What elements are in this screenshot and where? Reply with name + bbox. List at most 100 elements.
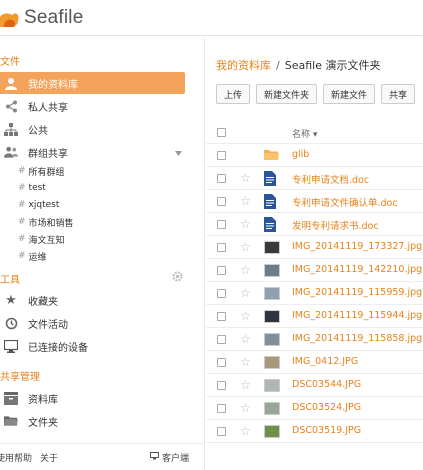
sidebar-item-group-share[interactable]: 群组共享 [0, 141, 185, 163]
seafile-logo-icon [0, 7, 20, 29]
star-outline-icon[interactable]: ☆ [240, 240, 251, 254]
chevron-down-icon[interactable] [175, 148, 182, 159]
hash-icon: # [18, 166, 26, 176]
table-row[interactable]: ☆ DSC03544.JPG [206, 374, 423, 397]
table-row[interactable]: ☆ IMG_20141119_115858.jpg [206, 328, 423, 351]
image-thumbnail-icon [264, 241, 280, 254]
sidebar-item-favorites[interactable]: ★ 收藏夹 [0, 289, 185, 311]
logo[interactable]: Seafile [0, 6, 84, 30]
sidebar-item-file-activity[interactable]: 文件活动 [0, 312, 185, 334]
group-item[interactable]: # 海文互知 [18, 231, 65, 247]
file-name-link[interactable]: 发明专利请求书.doc [292, 218, 379, 232]
table-row[interactable]: ☆ DSC03524.JPG [206, 397, 423, 420]
sidebar-footer: 使用帮助 关于 客户端 [0, 443, 205, 470]
about-link[interactable]: 关于 [40, 451, 58, 464]
file-name-link[interactable]: IMG_20141119_173327.jpg [292, 241, 422, 252]
star-outline-icon[interactable]: ☆ [240, 171, 251, 185]
user-icon [4, 76, 18, 90]
row-checkbox[interactable] [217, 358, 226, 367]
row-checkbox[interactable] [217, 151, 226, 160]
row-checkbox[interactable] [217, 335, 226, 344]
file-name-link[interactable]: DSC03544.JPG [292, 379, 361, 390]
row-checkbox[interactable] [217, 243, 226, 252]
breadcrumb: 我的资料库 / Seafile 演示文件夹 [216, 57, 380, 73]
table-row[interactable]: ☆ IMG_20141119_115944.jpg [206, 305, 423, 328]
star-outline-icon[interactable]: ☆ [240, 332, 251, 346]
star-outline-icon[interactable]: ☆ [240, 401, 251, 415]
sidebar-item-public[interactable]: 公共 [0, 118, 185, 140]
breadcrumb-root-link[interactable]: 我的资料库 [216, 59, 271, 72]
file-name-link[interactable]: IMG_20141119_115858.jpg [292, 333, 422, 344]
file-name-link[interactable]: IMG_20141119_115959.jpg [292, 287, 422, 298]
table-row[interactable]: glib [206, 144, 423, 167]
sidebar-item-devices[interactable]: 已连接的设备 [0, 335, 185, 357]
main-panel: 我的资料库 / Seafile 演示文件夹 上传 新建文件夹 新建文件 共享 名称 … [206, 37, 423, 470]
table-row[interactable]: ☆ 专利申请文档.doc [206, 167, 423, 190]
star-icon: ★ [5, 292, 17, 308]
table-row[interactable]: ☆ IMG_0412.JPG [206, 351, 423, 374]
image-thumbnail-icon [264, 310, 280, 323]
breadcrumb-current: Seafile 演示文件夹 [284, 59, 381, 72]
table-row[interactable]: ☆ IMG_20141119_173327.jpg [206, 236, 423, 259]
file-name-link[interactable]: 专利申请文档.doc [292, 172, 369, 186]
section-title-tools: 工具 [0, 275, 20, 286]
star-outline-icon[interactable]: ☆ [240, 378, 251, 392]
group-item[interactable]: # 运维 [18, 248, 47, 264]
image-thumbnail-icon [264, 264, 280, 277]
star-outline-icon[interactable]: ☆ [240, 194, 251, 208]
name-column-header[interactable]: 名称 ▾ [292, 127, 317, 140]
row-checkbox[interactable] [217, 427, 226, 436]
file-name-link[interactable]: DSC03524.JPG [292, 402, 361, 413]
file-name-link[interactable]: 专利申请文件确认单.doc [292, 195, 398, 209]
client-link[interactable]: 客户端 [150, 451, 189, 464]
upload-button[interactable]: 上传 [216, 84, 251, 104]
table-row[interactable]: ☆ IMG_20141119_142210.jpg [206, 259, 423, 282]
sidebar-item-share-folders[interactable]: 文件夹 [0, 410, 185, 432]
file-name-link[interactable]: DSC03519.JPG [292, 425, 361, 436]
file-name-link[interactable]: IMG_20141119_115944.jpg [292, 310, 422, 321]
row-checkbox[interactable] [217, 174, 226, 183]
row-checkbox[interactable] [217, 197, 226, 206]
gear-icon[interactable] [172, 271, 183, 285]
table-row[interactable]: ☆ IMG_20141119_115959.jpg [206, 282, 423, 305]
group-item[interactable]: # test [18, 180, 46, 196]
image-thumbnail-icon [264, 379, 280, 392]
row-checkbox[interactable] [217, 266, 226, 275]
row-checkbox[interactable] [217, 289, 226, 298]
file-name-link[interactable]: IMG_0412.JPG [292, 356, 358, 367]
new-file-button[interactable]: 新建文件 [323, 84, 376, 104]
file-name-link[interactable]: glib [292, 149, 309, 160]
share-button[interactable]: 共享 [381, 84, 416, 104]
star-outline-icon[interactable]: ☆ [240, 355, 251, 369]
group-item[interactable]: # xjqtest [18, 197, 59, 213]
hash-icon: # [18, 251, 26, 261]
star-outline-icon[interactable]: ☆ [240, 263, 251, 277]
logo-text: Seafile [24, 7, 84, 28]
row-checkbox[interactable] [217, 220, 226, 229]
table-row[interactable]: ☆ 专利申请文件确认单.doc [206, 190, 423, 213]
org-icon [4, 122, 18, 136]
group-item[interactable]: # 市场和销售 [18, 214, 74, 230]
sidebar-item-share-libraries[interactable]: 资料库 [0, 387, 185, 409]
group-item[interactable]: # 所有群组 [18, 163, 65, 179]
row-checkbox[interactable] [217, 312, 226, 321]
sidebar-item-my-libraries[interactable]: 我的资料库 [0, 72, 185, 94]
star-outline-icon[interactable]: ☆ [240, 424, 251, 438]
table-row[interactable]: ☆ 发明专利请求书.doc [206, 213, 423, 236]
row-checkbox[interactable] [217, 381, 226, 390]
sidebar-item-label: 群组共享 [28, 148, 68, 160]
sidebar-item-label: 收藏夹 [28, 296, 58, 308]
file-name-link[interactable]: IMG_20141119_142210.jpg [292, 264, 422, 275]
help-link[interactable]: 使用帮助 [0, 451, 32, 464]
folder-icon [264, 148, 279, 163]
sidebar-item-private-share[interactable]: 私人共享 [0, 95, 185, 117]
row-checkbox[interactable] [217, 404, 226, 413]
star-outline-icon[interactable]: ☆ [240, 309, 251, 323]
new-folder-button[interactable]: 新建文件夹 [256, 84, 318, 104]
sidebar-item-label: 文件夹 [28, 417, 58, 429]
star-outline-icon[interactable]: ☆ [240, 286, 251, 300]
table-row[interactable]: ☆ DSC03519.JPG [206, 420, 423, 443]
star-outline-icon[interactable]: ☆ [240, 217, 251, 231]
top-bar: Seafile [0, 0, 423, 36]
select-all-checkbox[interactable] [217, 128, 226, 137]
